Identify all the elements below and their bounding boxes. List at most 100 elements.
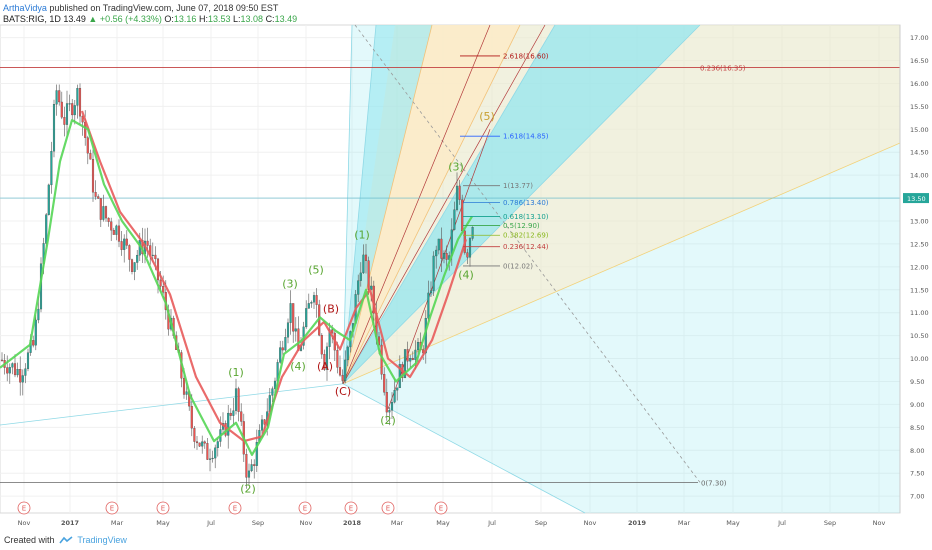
time-tick-7: 2018 <box>343 519 362 527</box>
candle-body <box>86 137 89 154</box>
candle-body <box>357 280 360 295</box>
candle-body <box>47 184 50 215</box>
tradingview-link[interactable]: TradingView <box>77 535 127 545</box>
candle <box>16 362 19 378</box>
candle <box>149 238 152 265</box>
price-tick-9: 11.50 <box>910 286 929 294</box>
candle-body <box>37 308 40 321</box>
time-tick-2: Mar <box>111 519 124 527</box>
candle-body <box>396 387 399 391</box>
candle-body <box>16 369 19 376</box>
candle <box>211 450 214 463</box>
candle <box>63 106 66 137</box>
earnings-marker-1: E <box>105 501 119 515</box>
earnings-marker-2: E <box>156 501 170 515</box>
candle <box>107 217 110 227</box>
candle <box>78 83 82 125</box>
wave-label-5: (B) <box>323 303 339 316</box>
wave-label-6: (A) <box>317 360 333 373</box>
candle-body <box>146 240 149 246</box>
candle-body <box>312 295 316 303</box>
candle <box>286 318 290 344</box>
earnings-letter: E <box>110 505 114 513</box>
candle <box>47 183 50 216</box>
price-tick-10: 12.00 <box>910 263 929 271</box>
candle-body <box>445 253 448 260</box>
wave-label-7: (C) <box>335 385 351 398</box>
candle-body <box>359 272 362 281</box>
candle-body <box>437 238 440 251</box>
candle <box>71 98 74 120</box>
candle-body <box>411 358 414 360</box>
candle-body <box>364 254 368 261</box>
candle <box>297 316 300 351</box>
price-tick-8: 11.00 <box>910 309 929 317</box>
wave-label-3: (4) <box>290 360 306 373</box>
hline-label-2: 0(7.30) <box>701 479 727 487</box>
candle <box>320 333 323 359</box>
author-name[interactable]: ArthaVidya <box>3 3 47 13</box>
candle-body <box>123 238 126 250</box>
time-axis: Nov 2017 Mar May Jul Sep Nov 2018 Mar May Jul Sep No… <box>18 519 886 527</box>
candle-body <box>89 153 92 160</box>
candle-body <box>442 253 446 259</box>
candle <box>0 352 4 362</box>
earnings-marker-0: E <box>17 501 31 515</box>
candle-body <box>0 359 4 361</box>
candle <box>50 141 53 194</box>
earnings-letter: E <box>303 505 307 513</box>
candle-body <box>232 410 235 416</box>
candle <box>260 415 264 434</box>
candle-body <box>320 334 323 355</box>
earnings-marker-6: E <box>381 501 395 515</box>
candle <box>91 149 95 202</box>
time-tick-5: Sep <box>252 519 264 527</box>
candle <box>253 459 256 479</box>
candle-body <box>409 358 412 362</box>
footer: Created with TradingView <box>4 535 127 545</box>
candle <box>19 356 22 396</box>
price-chart[interactable]: 0.236(16.35) 0(7.30) 2.618(16.60) 1.618(14… <box>0 0 932 550</box>
candle <box>123 234 126 263</box>
candle-body <box>234 388 238 411</box>
candle-body <box>52 104 56 152</box>
candle-body <box>73 105 76 116</box>
candle <box>60 91 63 120</box>
candle <box>141 227 144 264</box>
candle <box>203 440 206 449</box>
candle-body <box>26 352 30 369</box>
candle-body <box>414 349 417 360</box>
candle-body <box>315 295 318 305</box>
candle-body <box>393 390 396 403</box>
candle-body <box>455 185 459 210</box>
candle-body <box>91 159 95 193</box>
open-value: 13.16 <box>173 14 197 24</box>
time-tick-1: 2017 <box>61 519 79 527</box>
candle-body <box>182 378 186 395</box>
fib-label-8: 0(12.02) <box>503 262 533 270</box>
candle-body <box>344 359 347 381</box>
candle <box>8 363 11 384</box>
candle-body <box>224 423 227 436</box>
price-tick-15: 14.50 <box>910 149 929 157</box>
candle-body <box>110 221 113 231</box>
price-axis: 7.00 7.50 8.00 8.50 9.00 9.50 10.00 10.50 11.00 1… <box>899 25 929 513</box>
candle-body <box>154 254 157 260</box>
candle <box>130 258 134 275</box>
candle <box>193 426 196 449</box>
candle-body <box>112 229 115 235</box>
candle-body <box>211 457 214 460</box>
price-tick-7: 10.50 <box>910 332 929 340</box>
candle <box>315 288 318 318</box>
candle-body <box>416 341 420 351</box>
candle <box>255 429 258 472</box>
candle-body <box>385 392 388 413</box>
candle-body <box>63 117 66 125</box>
candle-body <box>8 367 11 374</box>
candle-body <box>292 303 295 332</box>
candle-body <box>229 412 232 416</box>
candle <box>21 369 24 396</box>
candle-body <box>468 238 472 258</box>
candle <box>310 300 313 308</box>
candle <box>11 362 14 375</box>
